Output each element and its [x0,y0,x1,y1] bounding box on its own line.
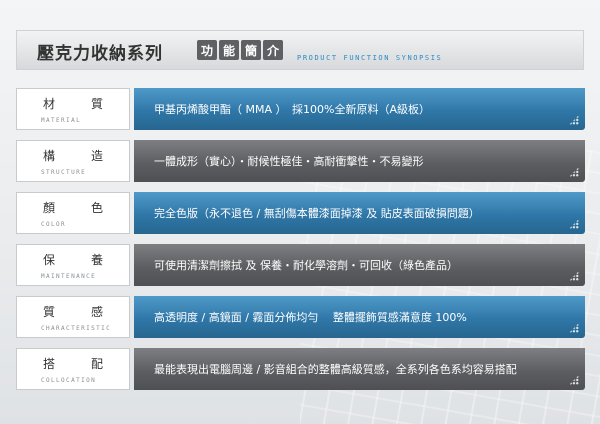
row-value-text: 甲基丙烯酸甲酯（ MMA ） 採100%全新原料（A級板） [154,103,430,116]
row-value-bar: 高透明度 / 高鏡面 / 霧面分佈均勻 整體擺飾質感滿意度 100% [134,296,585,338]
row-label-char: 質 [90,97,103,111]
row-label-char: 材 [43,97,56,111]
row-value-text: 可使用清潔劑擦拭 及 保養・耐化學溶劑・可回收（綠色產品） [154,259,458,272]
header-bar: 壓克力收納系列 功 能 簡 介 PRODUCT FUNCTION SYNOPSI… [16,30,584,70]
row-label-char: 養 [90,253,103,267]
row-label-char: 感 [90,305,103,319]
row-label-char: 構 [43,149,56,163]
corner-dots-icon [569,167,579,177]
row-label-char: 搭 [43,357,56,371]
row-value-text: 最能表現出電腦周邊 / 影音組合的整體高級質感，全系列各色系均容易搭配 [154,363,517,376]
row-value-bar: 完全色版（永不退色 / 無刮傷本體漆面掉漆 及 貼皮表面破損問題） [134,192,585,234]
title-chip: 能 [219,40,239,60]
feature-row-color: 顏 色 COLOR 完全色版（永不退色 / 無刮傷本體漆面掉漆 及 貼皮表面破損問… [16,192,585,234]
row-label-en: MAINTENANCE [41,273,97,280]
row-label-en: COLOR [41,221,67,228]
row-value-bar: 一體成形（實心）・耐候性極佳・高耐衝擊性・不易變形 [134,140,585,182]
row-value-bar: 甲基丙烯酸甲酯（ MMA ） 採100%全新原料（A級板） [134,88,585,130]
row-value-text: 一體成形（實心）・耐候性極佳・高耐衝擊性・不易變形 [154,155,424,168]
title-chips: 功 能 簡 介 [197,40,283,60]
row-label-box: 質 感 CHARACTERISTIC [16,296,130,338]
corner-dots-icon [569,219,579,229]
feature-row-maintenance: 保 養 MAINTENANCE 可使用清潔劑擦拭 及 保養・耐化學溶劑・可回收（綠… [16,244,585,286]
row-label-en: CHARACTERISTIC [41,325,112,332]
corner-dots-icon [569,115,579,125]
row-label-en: STRUCTURE [41,169,87,176]
title-chip: 介 [263,40,283,60]
row-label-box: 保 養 MAINTENANCE [16,244,130,286]
page-title: 壓克力收納系列 [37,44,163,64]
feature-row-structure: 構 造 STRUCTURE 一體成形（實心）・耐候性極佳・高耐衝擊性・不易變形 [16,140,585,182]
corner-dots-icon [569,323,579,333]
feature-row-characteristic: 質 感 CHARACTERISTIC 高透明度 / 高鏡面 / 霧面分佈均勻 整體… [16,296,585,338]
row-label-en: MATERIAL [41,117,82,124]
feature-row-material: 材 質 MATERIAL 甲基丙烯酸甲酯（ MMA ） 採100%全新原料（A級板… [16,88,585,130]
row-value-text: 完全色版（永不退色 / 無刮傷本體漆面掉漆 及 貼皮表面破損問題） [154,207,480,220]
row-label-char: 造 [90,149,103,163]
feature-row-collocation: 搭 配 COLLOCATION 最能表現出電腦周邊 / 影音組合的整體高級質感，全… [16,348,585,390]
row-label-char: 色 [90,201,103,215]
row-label-char: 顏 [43,201,56,215]
title-chip: 功 [197,40,217,60]
row-label-box: 材 質 MATERIAL [16,88,130,130]
row-label-char: 質 [43,305,56,319]
corner-dots-icon [569,271,579,281]
page-subtitle: PRODUCT FUNCTION SYNOPSIS [297,54,443,62]
row-label-char: 保 [43,253,56,267]
row-label-box: 搭 配 COLLOCATION [16,348,130,390]
row-value-text: 高透明度 / 高鏡面 / 霧面分佈均勻 整體擺飾質感滿意度 100% [154,311,467,324]
row-value-bar: 最能表現出電腦周邊 / 影音組合的整體高級質感，全系列各色系均容易搭配 [134,348,585,390]
row-label-box: 構 造 STRUCTURE [16,140,130,182]
title-chip: 簡 [241,40,261,60]
row-label-box: 顏 色 COLOR [16,192,130,234]
row-label-en: COLLOCATION [41,377,97,384]
corner-dots-icon [569,375,579,385]
row-label-char: 配 [90,357,103,371]
row-value-bar: 可使用清潔劑擦拭 及 保養・耐化學溶劑・可回收（綠色產品） [134,244,585,286]
